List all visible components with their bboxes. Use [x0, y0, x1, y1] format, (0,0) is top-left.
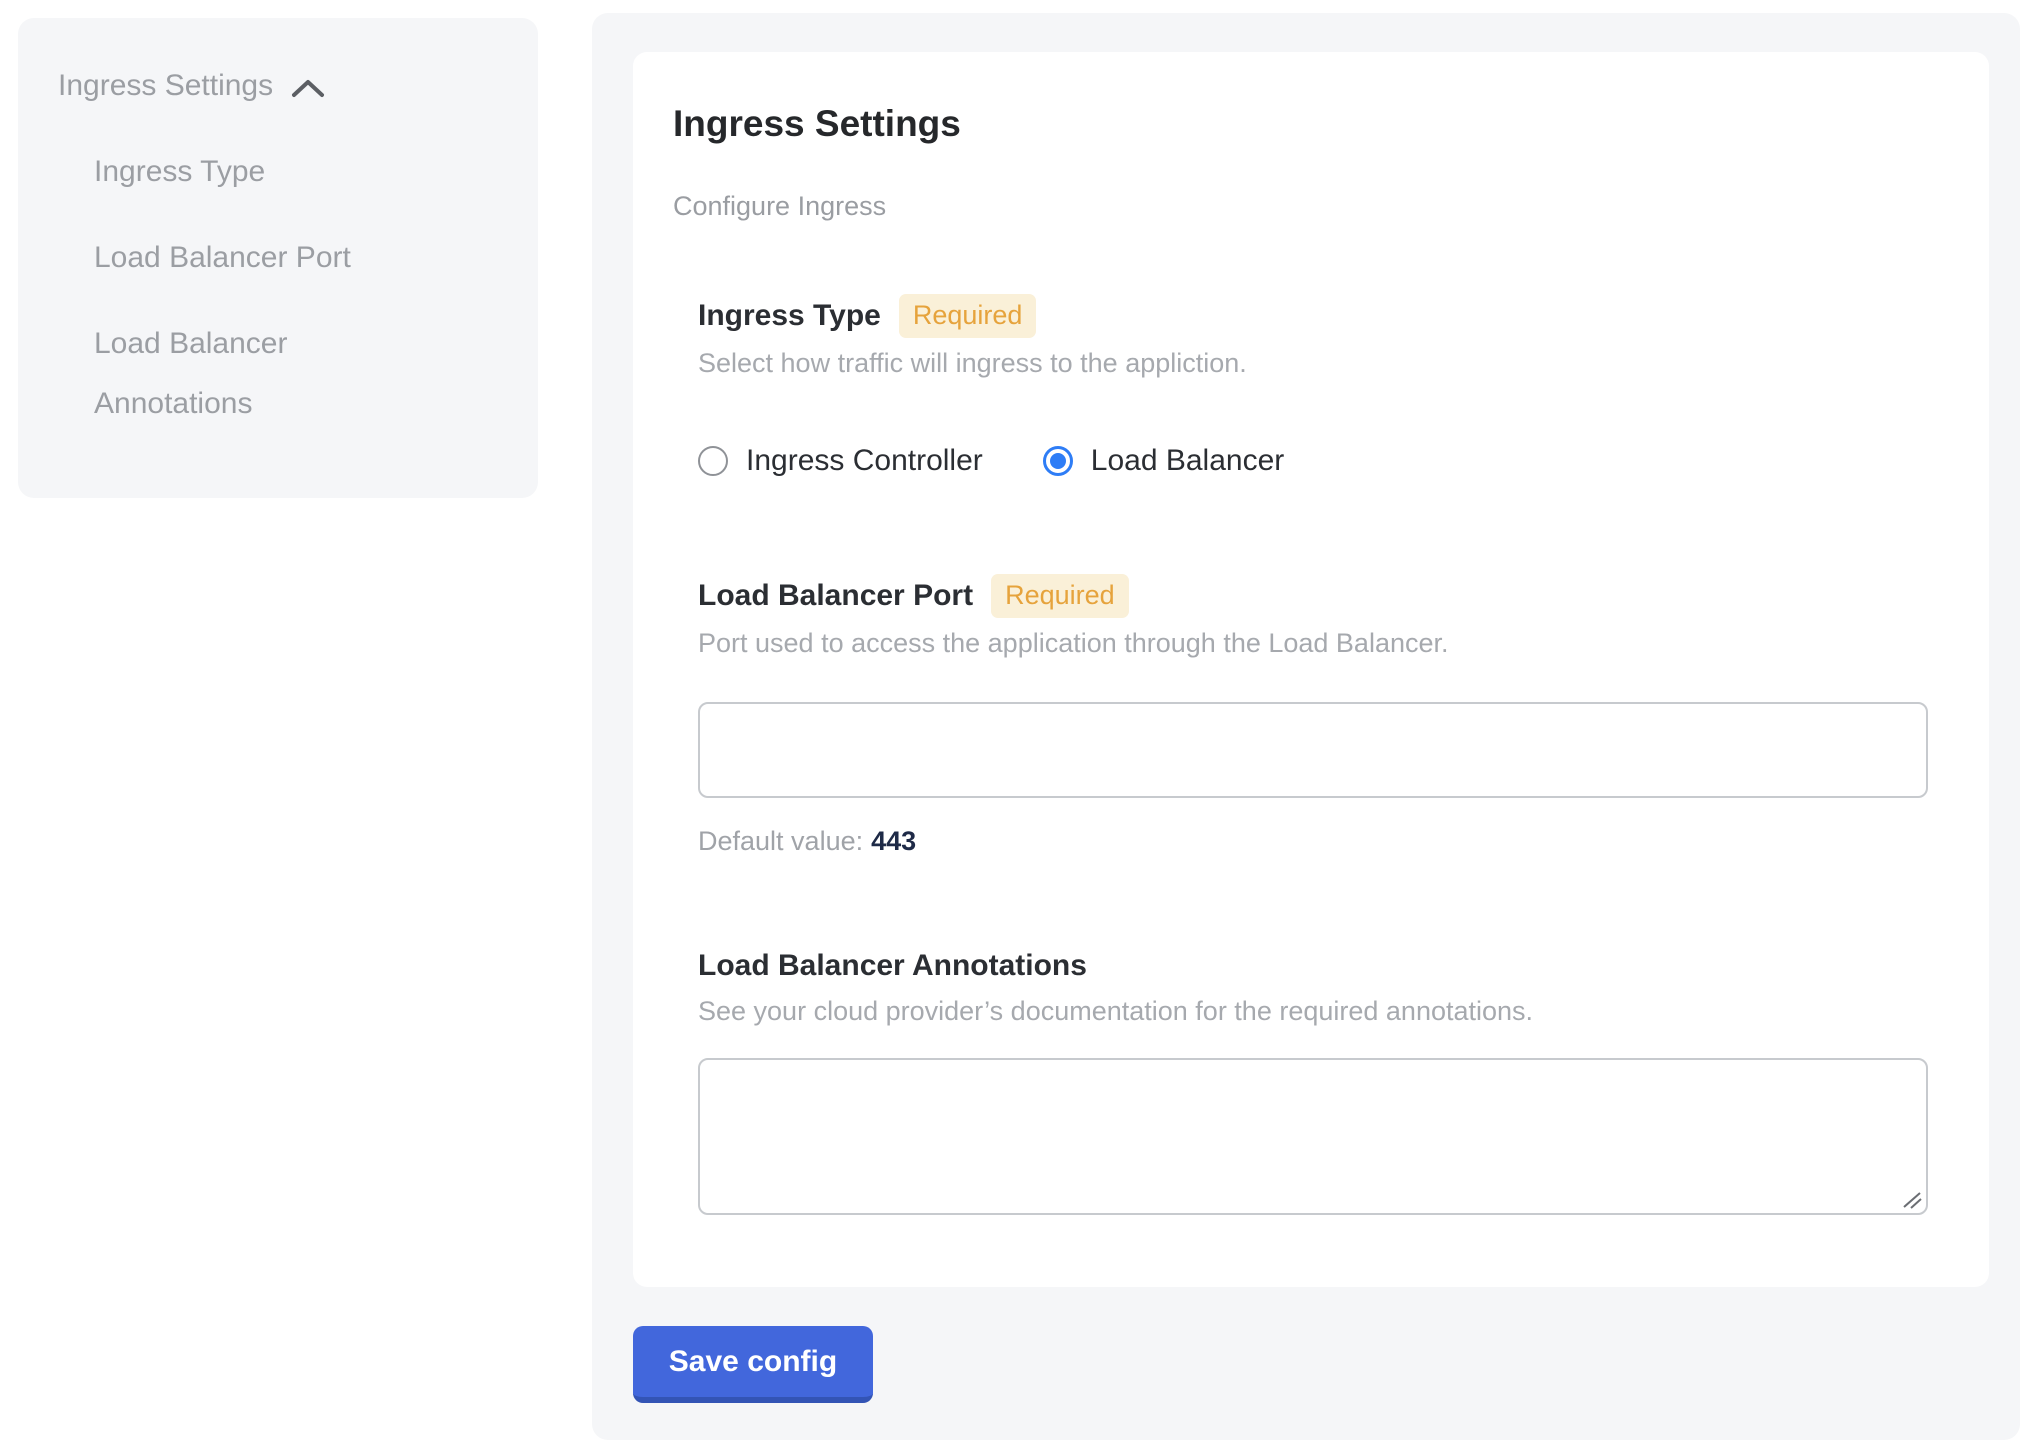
save-config-button[interactable]: Save config [633, 1326, 873, 1403]
radio-label-ingress-controller: Ingress Controller [746, 444, 983, 478]
sidebar-items: Ingress Type Load Balancer Port Load Bal… [94, 142, 508, 434]
sidebar-item-load-balancer-port[interactable]: Load Balancer Port [94, 228, 424, 288]
load-balancer-annotations-description: See your cloud provider’s documentation … [698, 994, 1949, 1028]
sidebar-group-ingress-settings[interactable]: Ingress Settings [58, 56, 508, 116]
load-balancer-port-label: Load Balancer Port [698, 576, 973, 616]
load-balancer-port-description: Port used to access the application thro… [698, 626, 1949, 660]
sidebar-group-label: Ingress Settings [58, 69, 273, 103]
radio-unchecked-icon[interactable] [698, 446, 728, 476]
default-value-label: Default value: [698, 826, 863, 856]
radio-checked-icon[interactable] [1043, 446, 1073, 476]
load-balancer-annotations-textarea[interactable] [698, 1058, 1928, 1215]
required-badge: Required [991, 574, 1129, 618]
settings-panel: Ingress Settings Configure Ingress Ingre… [592, 13, 2020, 1440]
ingress-type-label: Ingress Type [698, 296, 881, 336]
sidebar-item-load-balancer-annotations[interactable]: Load Balancer Annotations [94, 314, 424, 434]
load-balancer-annotations-label: Load Balancer Annotations [698, 946, 1087, 986]
load-balancer-port-input[interactable] [698, 702, 1928, 798]
default-value-row: Default value: 443 [698, 824, 1949, 858]
chevron-up-icon [289, 77, 327, 100]
ingress-settings-card: Ingress Settings Configure Ingress Ingre… [633, 52, 1989, 1287]
settings-sidebar: Ingress Settings Ingress Type Load Balan… [18, 18, 538, 498]
default-value: 443 [871, 826, 916, 856]
page-title: Ingress Settings [673, 102, 1949, 146]
sidebar-item-ingress-type[interactable]: Ingress Type [94, 142, 424, 202]
ingress-type-radio-group: Ingress Controller Load Balancer [698, 444, 1949, 478]
ingress-type-description: Select how traffic will ingress to the a… [698, 346, 1949, 380]
required-badge: Required [899, 294, 1037, 338]
ingress-type-section: Ingress Type Required Select how traffic… [698, 294, 1949, 478]
load-balancer-port-section: Load Balancer Port Required Port used to… [698, 574, 1949, 858]
radio-option-load-balancer[interactable]: Load Balancer [1043, 444, 1284, 478]
radio-option-ingress-controller[interactable]: Ingress Controller [698, 444, 983, 478]
page-subtitle: Configure Ingress [673, 190, 1949, 222]
load-balancer-annotations-section: Load Balancer Annotations See your cloud… [698, 946, 1949, 1215]
radio-label-load-balancer: Load Balancer [1091, 444, 1284, 478]
